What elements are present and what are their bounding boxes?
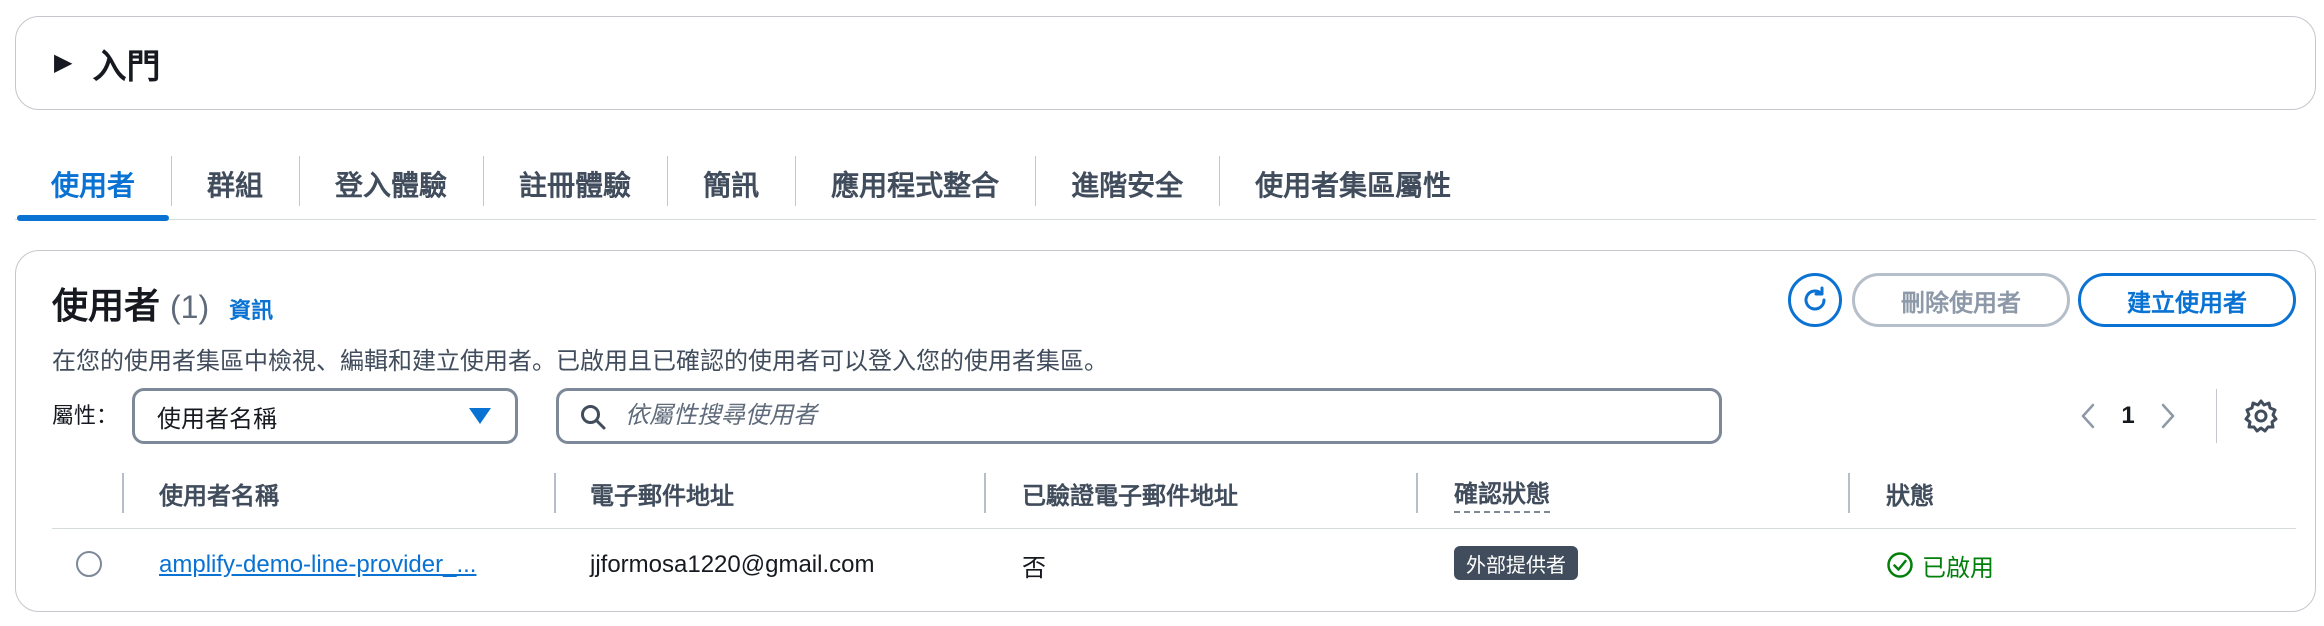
info-link[interactable]: 資訊 [229,293,273,325]
getting-started-title: 入門 [92,47,161,86]
row-select-radio[interactable] [76,551,102,577]
column-header-email[interactable]: 電子郵件地址 [590,471,734,515]
chevron-left-icon [2081,403,2095,429]
tab-sign-in-experience[interactable]: 登入體驗 [299,150,483,218]
confirmation-status-label: 確認狀態 [1454,474,1550,513]
panel-description: 在您的使用者集區中檢視、編輯和建立使用者。已啟用且已確認的使用者可以登入您的使用… [52,348,1108,375]
tab-app-integration[interactable]: 應用程式整合 [795,150,1035,218]
caret-down-icon [469,408,491,424]
refresh-icon [1804,286,1826,311]
status-cell: 已啟用 [1886,547,1994,583]
next-page-button[interactable] [2148,391,2188,441]
tab-user-pool-properties[interactable]: 使用者集區屬性 [1219,150,1487,218]
panel-header: 使用者 (1) 資訊 [52,277,273,329]
tab-messaging[interactable]: 簡訊 [667,150,795,218]
panel-title: 使用者 [52,285,161,326]
tab-bar: 使用者 群組 登入體驗 註冊體驗 簡訊 應用程式整合 進階安全 使用者集區屬性 [15,150,2316,221]
create-user-button[interactable]: 建立使用者 [2078,273,2296,327]
column-divider [122,473,124,513]
refresh-button[interactable] [1788,273,1842,327]
search-icon [581,405,606,430]
attribute-select[interactable]: 使用者名稱 [132,388,518,444]
column-divider [1416,473,1418,513]
column-header-confirmation-status[interactable]: 確認狀態 [1454,471,1550,515]
column-header-username[interactable]: 使用者名稱 [159,471,279,515]
attribute-label: 屬性： [52,403,119,428]
column-divider [1848,473,1850,513]
getting-started-expander[interactable]: ▶ 入門 [15,16,2316,110]
tab-groups[interactable]: 群組 [171,150,299,218]
search-box[interactable] [556,388,1722,444]
column-divider [984,473,986,513]
pagination: 1 [2068,391,2188,441]
search-input[interactable] [623,401,1687,431]
tab-sign-up-experience[interactable]: 註冊體驗 [483,150,667,218]
email-verified-cell: 否 [1022,554,1046,582]
delete-user-button[interactable]: 刪除使用者 [1852,273,2070,327]
tab-advanced-security[interactable]: 進階安全 [1035,150,1219,218]
gear-icon[interactable] [2242,397,2280,435]
chevron-right-icon [2161,403,2175,429]
current-page[interactable]: 1 [2108,402,2148,430]
user-count: (1) [170,289,210,325]
users-panel: 使用者 (1) 資訊 在您的使用者集區中檢視、編輯和建立使用者。已啟用且已確認的… [15,250,2316,612]
attribute-select-value: 使用者名稱 [157,405,277,433]
email-cell: jjformosa1220@gmail.com [590,551,875,578]
check-circle-icon [1887,552,1913,578]
status-text: 已啟用 [1922,554,1994,582]
confirmation-status-badge: 外部提供者 [1454,546,1578,580]
username-link[interactable]: amplify-demo-line-provider_... [159,547,476,583]
divider [2216,389,2217,443]
previous-page-button[interactable] [2068,391,2108,441]
column-divider [554,473,556,513]
table-header-divider [52,528,2296,529]
column-header-email-verified[interactable]: 已驗證電子郵件地址 [1022,471,1238,515]
tab-users[interactable]: 使用者 [15,150,171,221]
caret-right-icon: ▶ [54,49,73,76]
column-header-status[interactable]: 狀態 [1886,471,1934,515]
